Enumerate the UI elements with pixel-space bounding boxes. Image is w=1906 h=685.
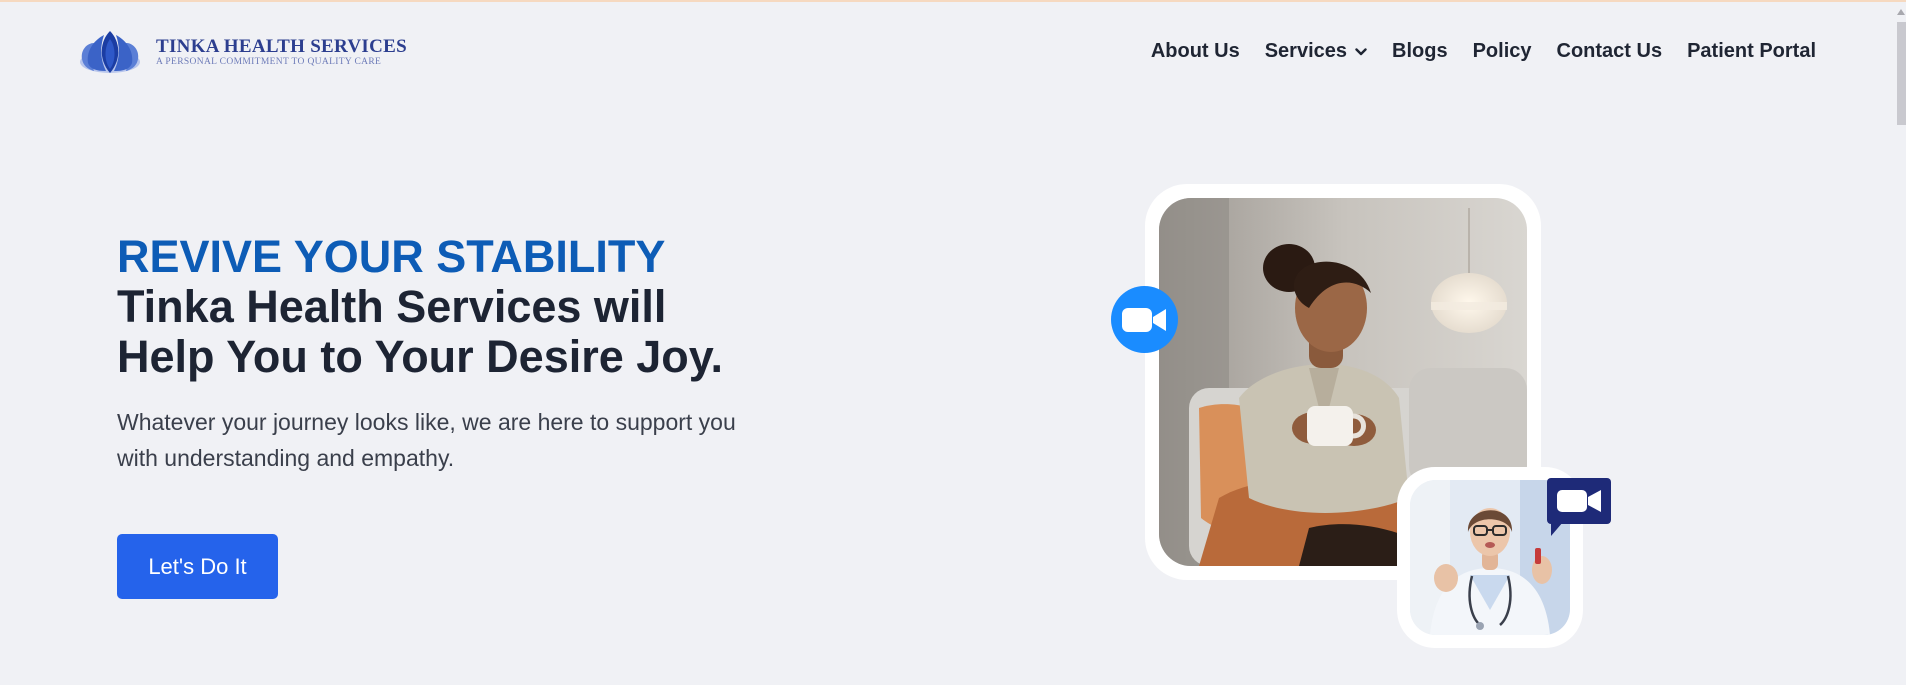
nav-item-label: Policy (1472, 40, 1532, 62)
scrollbar-thumb[interactable] (1897, 22, 1906, 125)
nav-patient-portal[interactable]: Patient Portal (1687, 40, 1816, 63)
brand-tagline: A PERSONAL COMMITMENT TO QUALITY CARE (156, 56, 382, 67)
lotus-icon (80, 31, 140, 73)
site-logo[interactable]: TINKA HEALTH SERVICES A PERSONAL COMMITM… (78, 28, 407, 76)
nav-about-us[interactable]: About Us (1151, 40, 1240, 63)
scroll-up-arrow-icon[interactable] (1897, 9, 1905, 15)
video-chat-badge-icon (1547, 478, 1611, 536)
brand-name: TINKA HEALTH SERVICES (156, 35, 407, 57)
nav-item-label: Patient Portal (1687, 40, 1816, 62)
lets-do-it-button[interactable]: Let's Do It (117, 534, 278, 599)
hero-eyebrow: REVIVE YOUR STABILITY (117, 231, 666, 282)
hero-subtext-line: Whatever your journey looks like, we are… (117, 409, 736, 435)
hero-subtext: Whatever your journey looks like, we are… (117, 404, 767, 476)
chevron-down-icon (1355, 47, 1367, 55)
nav-item-label: About Us (1150, 40, 1240, 62)
nav-item-label: Services (1264, 40, 1348, 62)
hero-subtext-line: with understanding and empathy. (117, 445, 455, 471)
doctor-illustration (1410, 480, 1570, 635)
nav-item-label: Contact Us (1556, 40, 1663, 62)
doctor-photo (1410, 480, 1570, 635)
nav-blogs[interactable]: Blogs (1392, 40, 1448, 63)
nav-policy[interactable]: Policy (1473, 40, 1532, 63)
hero-headline-line: Help You to Your Desire Joy. (117, 331, 723, 382)
video-camera-icon (1121, 307, 1166, 332)
site-header: TINKA HEALTH SERVICES A PERSONAL COMMITM… (0, 2, 1906, 106)
nav-contact-us[interactable]: Contact Us (1557, 40, 1663, 63)
main-navigation: About Us Services Blogs Policy Contact U… (1151, 40, 1816, 63)
nav-services[interactable]: Services (1265, 40, 1367, 63)
hero-headline-line: Tinka Health Services will (117, 281, 667, 332)
video-call-button[interactable] (1111, 286, 1178, 353)
hero-section: REVIVE YOUR STABILITY Tinka Health Servi… (117, 232, 767, 499)
nav-item-label: Blogs (1392, 40, 1448, 62)
hero-headline: Tinka Health Services will Help You to Y… (117, 282, 767, 382)
